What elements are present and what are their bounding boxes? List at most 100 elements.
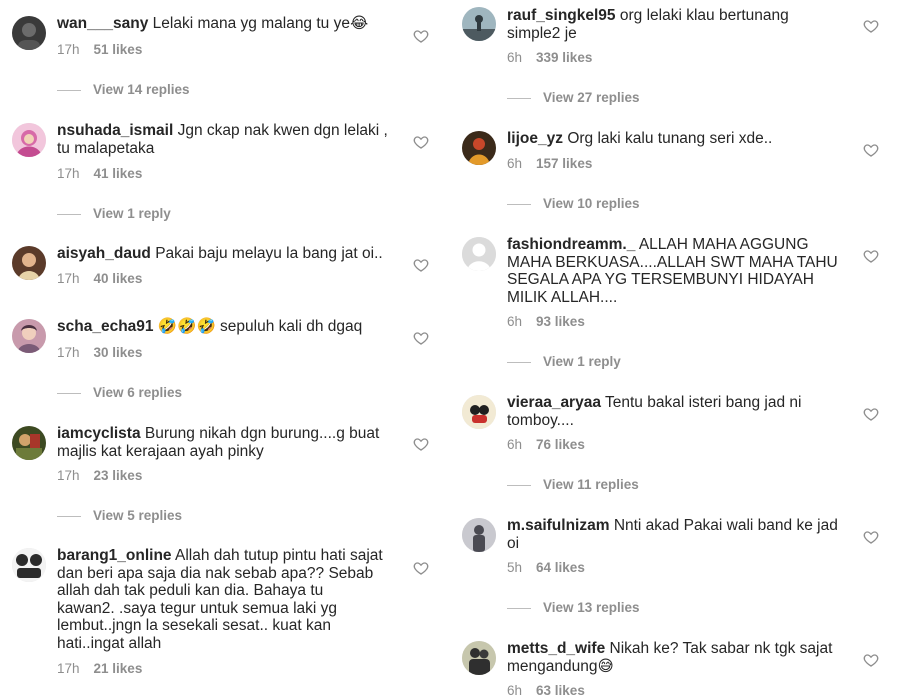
- heart-icon[interactable]: [413, 436, 429, 452]
- view-replies-button[interactable]: View 5 replies: [57, 508, 182, 523]
- heart-icon[interactable]: [863, 652, 879, 668]
- username[interactable]: metts_d_wife: [507, 640, 605, 657]
- avatar[interactable]: [12, 123, 46, 157]
- timestamp: 17h: [57, 42, 80, 57]
- comment-meta: 5h 64 likes: [507, 560, 585, 575]
- divider-line: [57, 515, 81, 517]
- avatar[interactable]: [462, 518, 496, 552]
- heart-icon[interactable]: [413, 28, 429, 44]
- heart-icon[interactable]: [863, 248, 879, 264]
- view-replies-label[interactable]: View 27 replies: [543, 90, 640, 105]
- comment-meta: 6h 76 likes: [507, 437, 585, 452]
- avatar[interactable]: [12, 426, 46, 460]
- view-replies-button[interactable]: View 14 replies: [57, 82, 190, 97]
- comment-body: Org laki kalu tunang seri xde..: [567, 130, 773, 147]
- comment-meta: 6h 93 likes: [507, 314, 585, 329]
- timestamp: 17h: [57, 271, 80, 286]
- comment-text: metts_d_wife Nikah ke? Tak sabar nk tgk …: [507, 640, 847, 675]
- comment-text: m.saifulnizam Nnti akad Pakai wali band …: [507, 517, 847, 552]
- avatar[interactable]: [462, 395, 496, 429]
- timestamp: 6h: [507, 683, 523, 698]
- username[interactable]: fashiondreamm._: [507, 236, 635, 253]
- view-replies-button[interactable]: View 1 reply: [57, 206, 171, 221]
- likes-count[interactable]: 40 likes: [94, 271, 143, 286]
- avatar[interactable]: [462, 237, 496, 271]
- view-replies-label[interactable]: View 1 reply: [543, 354, 621, 369]
- avatar[interactable]: [462, 7, 496, 41]
- view-replies-button[interactable]: View 11 replies: [507, 477, 639, 492]
- comment-text: fashiondreamm._ ALLAH MAHA AGGUNG MAHA B…: [507, 236, 847, 306]
- avatar[interactable]: [12, 16, 46, 50]
- comment-text: lijoe_yz Org laki kalu tunang seri xde..: [507, 130, 847, 148]
- divider-line: [507, 361, 531, 363]
- divider-line: [507, 607, 531, 609]
- username[interactable]: lijoe_yz: [507, 130, 563, 147]
- avatar[interactable]: [462, 131, 496, 165]
- view-replies-label[interactable]: View 13 replies: [543, 600, 640, 615]
- view-replies-button[interactable]: View 10 replies: [507, 196, 640, 211]
- heart-icon[interactable]: [413, 257, 429, 273]
- heart-icon[interactable]: [413, 560, 429, 576]
- view-replies-label[interactable]: View 10 replies: [543, 196, 640, 211]
- likes-count[interactable]: 21 likes: [94, 661, 143, 676]
- avatar[interactable]: [12, 319, 46, 353]
- heart-icon[interactable]: [863, 18, 879, 34]
- comment-meta: 17h 41 likes: [57, 166, 142, 181]
- comments-column-right: rauf_singkel95 org lelaki klau bertunang…: [450, 0, 900, 700]
- heart-icon[interactable]: [863, 406, 879, 422]
- timestamp: 6h: [507, 156, 523, 171]
- username[interactable]: scha_echa91: [57, 318, 154, 335]
- timestamp: 17h: [57, 345, 80, 360]
- view-replies-label[interactable]: View 1 reply: [93, 206, 171, 221]
- avatar[interactable]: [12, 548, 46, 582]
- likes-count[interactable]: 76 likes: [536, 437, 585, 452]
- likes-count[interactable]: 64 likes: [536, 560, 585, 575]
- likes-count[interactable]: 339 likes: [536, 50, 592, 65]
- view-replies-button[interactable]: View 13 replies: [507, 600, 640, 615]
- comment-meta: 17h 40 likes: [57, 271, 142, 286]
- avatar[interactable]: [462, 641, 496, 675]
- likes-count[interactable]: 63 likes: [536, 683, 585, 698]
- likes-count[interactable]: 30 likes: [94, 345, 143, 360]
- username[interactable]: aisyah_daud: [57, 245, 151, 262]
- likes-count[interactable]: 51 likes: [94, 42, 143, 57]
- username[interactable]: vieraa_aryaa: [507, 394, 601, 411]
- avatar[interactable]: [12, 246, 46, 280]
- view-replies-button[interactable]: View 27 replies: [507, 90, 640, 105]
- comment-meta: 17h 23 likes: [57, 468, 142, 483]
- view-replies-label[interactable]: View 5 replies: [93, 508, 182, 523]
- likes-count[interactable]: 93 likes: [536, 314, 585, 329]
- likes-count[interactable]: 157 likes: [536, 156, 592, 171]
- username[interactable]: nsuhada_ismail: [57, 122, 173, 139]
- comment-text: rauf_singkel95 org lelaki klau bertunang…: [507, 7, 847, 42]
- heart-icon[interactable]: [413, 134, 429, 150]
- timestamp: 17h: [57, 166, 80, 181]
- username[interactable]: m.saifulnizam: [507, 517, 610, 534]
- comment-meta: 17h 51 likes: [57, 42, 142, 57]
- likes-count[interactable]: 41 likes: [94, 166, 143, 181]
- view-replies-label[interactable]: View 14 replies: [93, 82, 190, 97]
- timestamp: 5h: [507, 560, 523, 575]
- divider-line: [507, 203, 531, 205]
- timestamp: 17h: [57, 468, 80, 483]
- comment-meta: 17h 30 likes: [57, 345, 142, 360]
- divider-line: [507, 484, 531, 486]
- view-replies-button[interactable]: View 1 reply: [507, 354, 621, 369]
- heart-icon[interactable]: [863, 529, 879, 545]
- comment-meta: 6h 63 likes: [507, 683, 585, 698]
- username[interactable]: wan___sany: [57, 15, 148, 32]
- likes-count[interactable]: 23 likes: [94, 468, 143, 483]
- comment-body: Pakai baju melayu la bang jat oi..: [155, 245, 383, 262]
- divider-line: [57, 213, 81, 215]
- username[interactable]: barang1_online: [57, 547, 172, 564]
- timestamp: 17h: [57, 661, 80, 676]
- view-replies-button[interactable]: View 6 replies: [57, 385, 182, 400]
- heart-icon[interactable]: [413, 330, 429, 346]
- view-replies-label[interactable]: View 11 replies: [543, 477, 639, 492]
- heart-icon[interactable]: [863, 142, 879, 158]
- username[interactable]: iamcyclista: [57, 425, 141, 442]
- view-replies-label[interactable]: View 6 replies: [93, 385, 182, 400]
- comment-meta: 6h 157 likes: [507, 156, 592, 171]
- username[interactable]: rauf_singkel95: [507, 7, 616, 24]
- comment-text: nsuhada_ismail Jgn ckap nak kwen dgn lel…: [57, 122, 397, 157]
